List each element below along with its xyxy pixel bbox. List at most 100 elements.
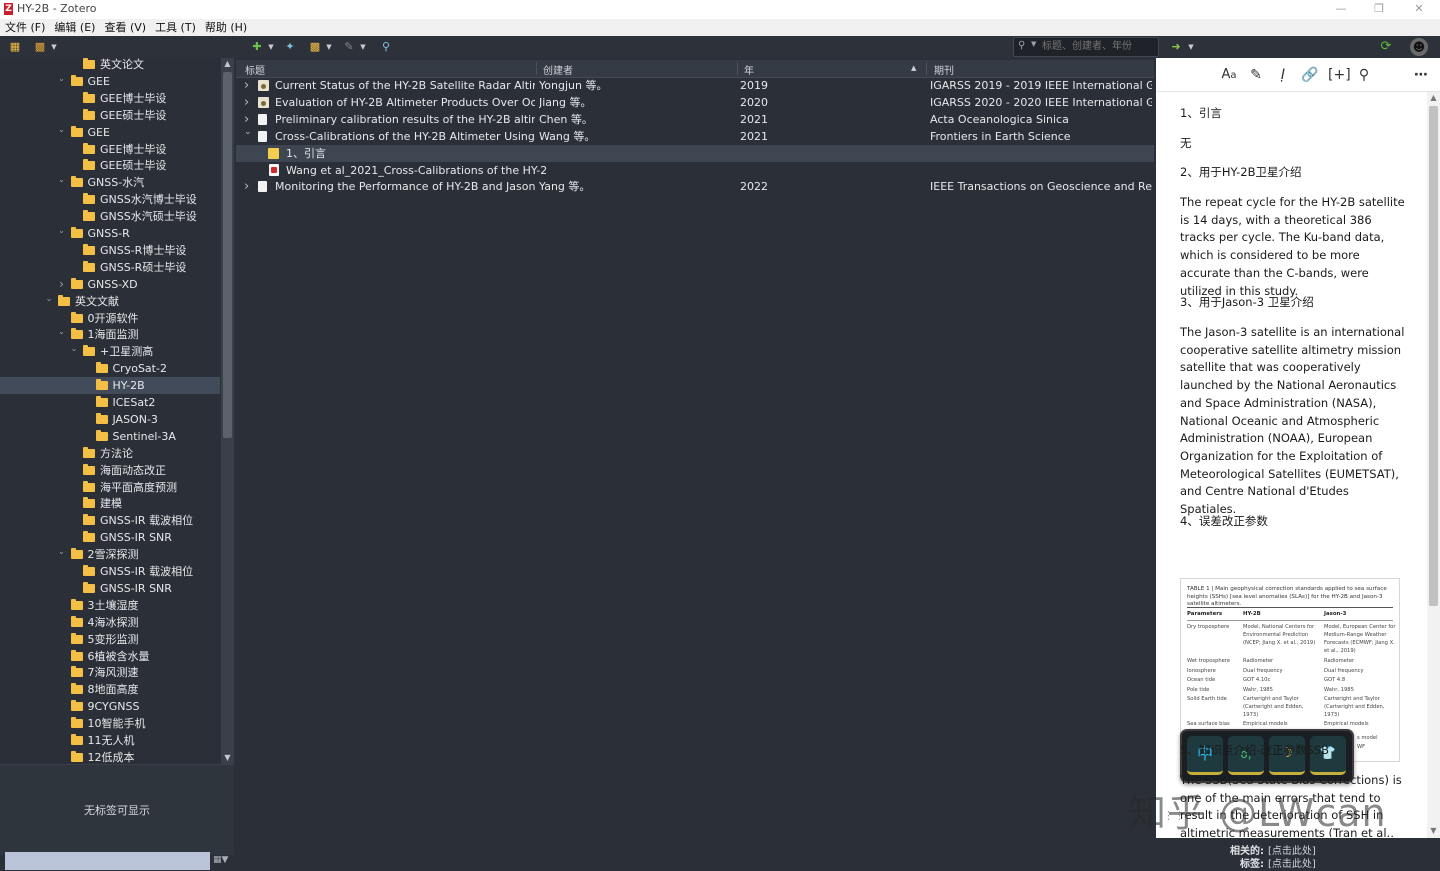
menu-item[interactable]: 工具 (T)	[151, 19, 200, 36]
item-row[interactable]: 1、引言	[236, 144, 1154, 162]
restore-icon[interactable]: ❐	[1364, 1, 1394, 17]
locate-icon[interactable]: ➜	[1168, 40, 1184, 54]
collection-item[interactable]: 英文论文	[0, 58, 220, 73]
tag-filter-input[interactable]	[5, 852, 210, 870]
item-row[interactable]: › Current Status of the HY-2B Satellite R…	[236, 77, 1154, 94]
scroll-thumb[interactable]	[223, 72, 232, 438]
attachment-dropdown-icon[interactable]: ▼	[355, 40, 371, 54]
collection-item[interactable]: 方法论	[0, 445, 220, 462]
scroll-up-icon[interactable]: ▲	[221, 58, 234, 70]
expand-chevron-icon[interactable]: ›	[244, 178, 249, 195]
column-title[interactable]: 标题	[245, 62, 265, 77]
collapse-chevron-icon[interactable]: ⌄	[57, 70, 67, 87]
collapse-chevron-icon[interactable]: ⌄	[57, 171, 67, 188]
collection-item[interactable]: ⌄ GEE	[0, 124, 220, 141]
menu-item[interactable]: 编辑 (E)	[50, 19, 99, 36]
column-journal[interactable]: 期刊	[934, 62, 954, 77]
column-separator[interactable]	[926, 62, 927, 75]
collection-item[interactable]: ⌄ 1海面监测	[0, 326, 220, 343]
column-separator[interactable]	[737, 62, 738, 75]
column-creator[interactable]: 创建者	[543, 62, 573, 77]
collection-item[interactable]: 建模	[0, 495, 220, 512]
text-format-icon[interactable]: Aa	[1220, 66, 1238, 84]
profile-avatar-icon[interactable]: ☻	[1410, 38, 1428, 56]
collection-item[interactable]: › GNSS-XD	[0, 276, 220, 293]
expand-chevron-icon[interactable]: ›	[57, 276, 67, 293]
collection-item[interactable]: ⌄ 2雪深探测	[0, 546, 220, 563]
item-row[interactable]: › Evaluation of HY-2B Altimeter Products …	[236, 94, 1154, 111]
collections-scrollbar[interactable]: ▲ ▼	[221, 58, 234, 764]
scroll-down-icon[interactable]: ▼	[1427, 825, 1440, 837]
item-row[interactable]: Wang et al_2021_Cross-Calibrations of th…	[236, 162, 1154, 179]
collection-item[interactable]: ⌄ GNSS-水汽	[0, 174, 220, 191]
note-scrollbar[interactable]: ▲ ▼	[1427, 92, 1440, 838]
collection-item[interactable]: Sentinel-3A	[0, 428, 220, 445]
feed-dropdown-icon[interactable]: ▼	[46, 40, 62, 54]
collection-item[interactable]: 海面动态改正	[0, 462, 220, 479]
sync-icon[interactable]: ⟳	[1378, 40, 1394, 54]
collapse-chevron-icon[interactable]: ⌄	[244, 124, 252, 141]
item-row[interactable]: ⌄ Cross-Calibrations of the HY-2B Altimet…	[236, 127, 1154, 145]
collection-item[interactable]: GEE硕士毕设	[0, 157, 220, 174]
collection-item[interactable]: 海平面高度预测	[0, 479, 220, 496]
search-mode-dropdown-icon[interactable]: ▼	[1031, 40, 1036, 48]
collection-item[interactable]: GNSS-R硕士毕设	[0, 259, 220, 276]
advanced-search-icon[interactable]: ⚲	[378, 40, 394, 54]
collection-item[interactable]: HY-2B	[0, 377, 220, 395]
note-content[interactable]: 1、引言 无 2、用于HY-2B卫星介绍 The repeat cycle fo…	[1156, 92, 1426, 837]
collapse-chevron-icon[interactable]: ⌄	[69, 340, 79, 357]
item-row[interactable]: › Monitoring the Performance of HY-2B and…	[236, 178, 1154, 195]
find-replace-icon[interactable]: ⚲	[1355, 66, 1373, 84]
search-input[interactable]	[1042, 39, 1152, 53]
collection-item[interactable]: GEE硕士毕设	[0, 107, 220, 124]
tag-actions-icon[interactable]: ▦▼	[213, 855, 228, 865]
scroll-thumb[interactable]	[1429, 106, 1438, 606]
expand-chevron-icon[interactable]: ›	[244, 77, 249, 94]
collection-item[interactable]: GNSS水汽硕士毕设	[0, 208, 220, 225]
collection-item[interactable]: GEE博士毕设	[0, 90, 220, 107]
collapse-chevron-icon[interactable]: ⌄	[57, 121, 67, 138]
new-note-dropdown-icon[interactable]: ▼	[321, 40, 337, 54]
insert-link-icon[interactable]: 🔗	[1301, 66, 1319, 84]
minimize-icon[interactable]: —	[1326, 1, 1356, 17]
collection-item[interactable]: 11无人机	[0, 732, 220, 749]
collection-item[interactable]: ⌄ +卫星测高	[0, 343, 220, 360]
collection-item[interactable]: 4海冰探测	[0, 614, 220, 631]
collection-item[interactable]: GNSS水汽博士毕设	[0, 191, 220, 208]
tags-link[interactable]: [点击此处]	[1268, 858, 1316, 871]
collection-item[interactable]: GNSS-IR SNR	[0, 529, 220, 546]
collection-item[interactable]: 7海风测速	[0, 664, 220, 681]
collection-item[interactable]: ICESat2	[0, 394, 220, 411]
collection-item[interactable]: GNSS-IR 载波相位	[0, 512, 220, 529]
expand-chevron-icon[interactable]: ›	[244, 94, 249, 111]
column-separator[interactable]	[536, 62, 537, 75]
new-collection-icon[interactable]: ▦	[7, 40, 23, 54]
column-year[interactable]: 年	[744, 62, 754, 77]
collection-item[interactable]: GNSS-R博士毕设	[0, 242, 220, 259]
collection-item[interactable]: CryoSat-2	[0, 360, 220, 377]
collection-item[interactable]: GNSS-IR SNR	[0, 580, 220, 597]
collection-item[interactable]: ⌄ GEE	[0, 73, 220, 90]
highlight-icon[interactable]: ✎	[1247, 66, 1265, 84]
collapse-chevron-icon[interactable]: ⌄	[44, 290, 54, 307]
collection-item[interactable]: JASON-3	[0, 411, 220, 428]
collection-item[interactable]: 6植被含水量	[0, 648, 220, 665]
close-icon[interactable]: ✕	[1404, 1, 1434, 17]
item-row[interactable]: › Preliminary calibration results of the …	[236, 111, 1154, 128]
locate-dropdown-icon[interactable]: ▼	[1183, 40, 1199, 54]
collapse-chevron-icon[interactable]: ⌄	[57, 323, 67, 340]
collection-item[interactable]: 9CYGNSS	[0, 698, 220, 715]
new-item-dropdown-icon[interactable]: ▼	[263, 40, 279, 54]
related-link[interactable]: [点击此处]	[1268, 845, 1316, 858]
clear-format-icon[interactable]: Ị	[1274, 66, 1292, 84]
collection-item[interactable]: 12低成本	[0, 749, 220, 764]
collection-item[interactable]: 10智能手机	[0, 715, 220, 732]
collection-item[interactable]: GNSS-IR 载波相位	[0, 563, 220, 580]
collection-item[interactable]: 8地面高度	[0, 681, 220, 698]
menu-item[interactable]: 帮助 (H)	[201, 19, 251, 36]
collection-item[interactable]: ⌄ 英文文献	[0, 293, 220, 310]
more-options-icon[interactable]: ⋯	[1412, 66, 1430, 84]
collection-item[interactable]: ⌄ GNSS-R	[0, 225, 220, 242]
add-by-identifier-icon[interactable]: ✦	[282, 40, 298, 54]
insert-citation-icon[interactable]: [+]	[1328, 66, 1351, 84]
